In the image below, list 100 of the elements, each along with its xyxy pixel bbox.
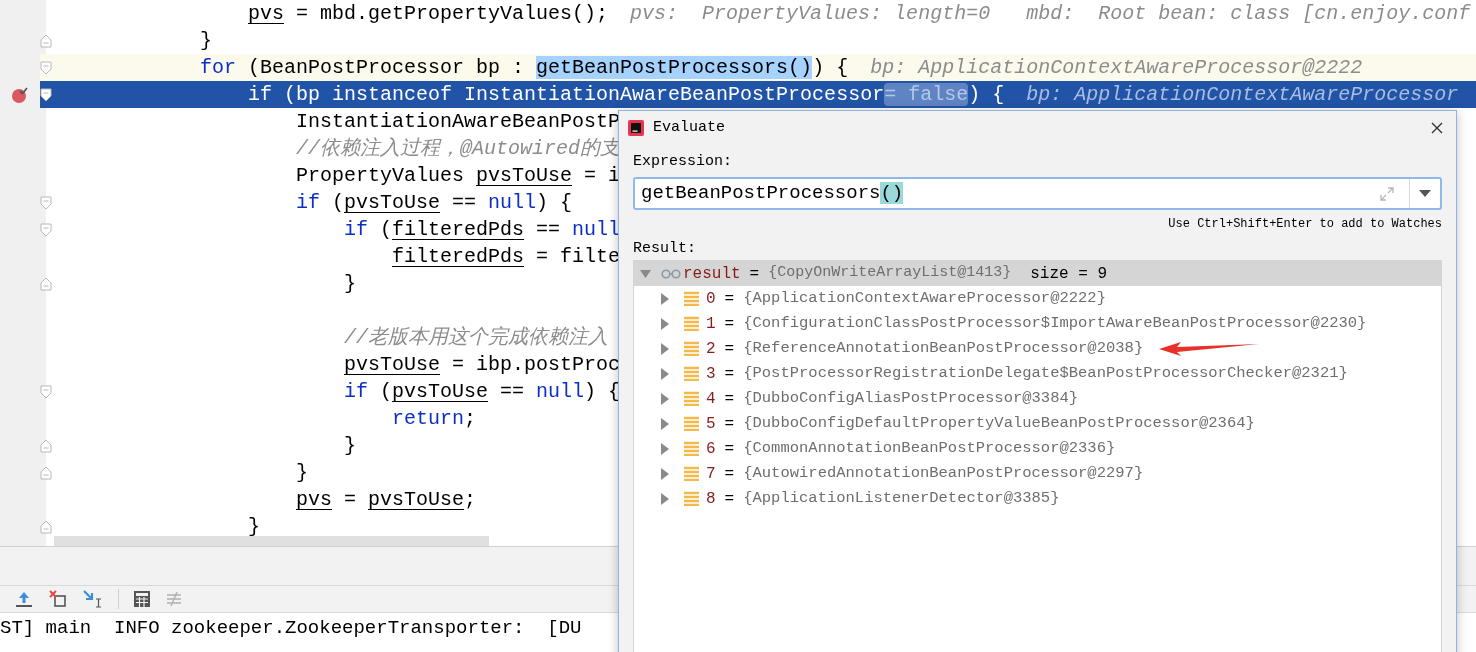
- expression-label: Expression:: [633, 153, 734, 171]
- code-text: }: [296, 460, 308, 486]
- console-line: ST] main INFO zookeeper.ZookeeperTransporter: [DU: [0, 616, 583, 641]
- fold-marker-icon[interactable]: [40, 519, 52, 534]
- app-logo-icon: [628, 120, 644, 136]
- expand-arrow-icon[interactable]: [660, 367, 670, 380]
- expand-arrow-icon[interactable]: [660, 492, 670, 505]
- fold-marker-icon[interactable]: [40, 276, 52, 291]
- code-text: if (filteredPds == null: [344, 217, 621, 243]
- fold-marker-icon[interactable]: [40, 33, 52, 48]
- size-text: size = 9: [1030, 263, 1108, 285]
- fold-marker-icon[interactable]: [40, 60, 52, 75]
- equals-sign: =: [724, 363, 735, 385]
- variable-value: {ReferenceAnnotationBeanPostProcessor@2038}: [743, 337, 1144, 359]
- code-text: for (BeanPostProcessor bp : getBeanPostProcessors()) {: [200, 55, 849, 81]
- variable-value: {PostProcessorRegistrationDelegate$BeanPostProcessorChecker@2321}: [743, 362, 1348, 384]
- fold-marker-icon[interactable]: [40, 222, 52, 237]
- equals-sign: =: [724, 288, 735, 310]
- expand-arrow-icon[interactable]: [660, 292, 670, 305]
- code-text: PropertyValues pvsToUse = i: [296, 163, 621, 189]
- variable-name: 3: [706, 363, 716, 385]
- equals-sign: =: [724, 313, 735, 335]
- glasses-icon: [661, 268, 681, 279]
- variable-value: {CommonAnnotationBeanPostProcessor@2336}: [743, 437, 1116, 459]
- variable-value: {ApplicationListenerDetector@3385}: [743, 487, 1060, 509]
- expand-icon[interactable]: [1379, 185, 1395, 202]
- fold-marker-icon[interactable]: [40, 87, 52, 102]
- code-text: pvsToUse = ibp.postProc: [344, 352, 621, 378]
- list-icon: [684, 316, 699, 331]
- code-text: }: [344, 433, 356, 459]
- variable-name: 5: [706, 413, 716, 435]
- inline-debug-value: bp: ApplicationContextAwareProcessor@2222: [870, 54, 1363, 81]
- code-text: //依赖注入过程，@Autowired的支: [296, 136, 621, 162]
- list-settings-icon[interactable]: [165, 590, 183, 608]
- watches-hint: Use Ctrl+Shift+Enter to add to Watches: [1168, 216, 1442, 232]
- variable-value: {ConfigurationClassPostProcessor$ImportAwareBeanPostProcessor@2230}: [743, 312, 1367, 334]
- code-text: return;: [392, 406, 477, 432]
- list-icon: [684, 291, 699, 306]
- list-icon: [684, 441, 699, 456]
- variable-name: 8: [706, 488, 716, 510]
- expand-arrow-icon[interactable]: [660, 342, 670, 355]
- variable-name: 7: [706, 463, 716, 485]
- list-icon: [684, 341, 699, 356]
- code-text: }: [200, 28, 212, 54]
- variable-name: 4: [706, 388, 716, 410]
- code-text: }: [344, 271, 356, 297]
- code-text: if (pvsToUse == null) {: [296, 190, 573, 216]
- expand-arrow-icon[interactable]: [660, 317, 670, 330]
- fold-marker-icon[interactable]: [40, 465, 52, 480]
- variable-name: 0: [706, 288, 716, 310]
- equals-sign: =: [724, 488, 735, 510]
- inline-debug-value: bp: ApplicationContextAwareProcessor: [1026, 81, 1459, 108]
- expand-arrow-icon[interactable]: [660, 392, 670, 405]
- list-icon: [684, 366, 699, 381]
- calculator-icon[interactable]: [133, 590, 151, 608]
- code-text: InstantiationAwareBeanPostP: [296, 109, 621, 135]
- equals-sign: =: [749, 263, 760, 285]
- equals-sign: =: [724, 463, 735, 485]
- variable-value: {DubboConfigDefaultPropertyValueBeanPostProcessor@2364}: [743, 412, 1255, 434]
- code-text: if (bp instanceof InstantiationAwareBeanPostProcessor= false) {: [248, 82, 1005, 108]
- code-text: if (pvsToUse == null) {: [344, 379, 621, 405]
- variable-name: 1: [706, 313, 716, 335]
- expand-arrow-icon[interactable]: [660, 442, 670, 455]
- horizontal-scrollbar[interactable]: [54, 536, 489, 546]
- code-text: //老版本用这个完成依赖注入: [344, 325, 608, 351]
- code-text: }: [248, 514, 260, 540]
- variable-name: 6: [706, 438, 716, 460]
- expand-arrow-icon[interactable]: [640, 268, 651, 279]
- inline-debug-value: pvs: PropertyValues: length=0 mbd: Root bean: class [cn.enjoy.conf: [630, 0, 1471, 27]
- breakpoint-icon[interactable]: [11, 85, 29, 104]
- variable-value: {DubboConfigAliasPostProcessor@3384}: [743, 387, 1079, 409]
- list-icon: [684, 416, 699, 431]
- dropdown-caret-icon[interactable]: [1419, 189, 1431, 198]
- result-label: Result:: [633, 240, 697, 258]
- variable-name: result: [683, 263, 741, 285]
- fold-marker-icon[interactable]: [40, 195, 52, 210]
- equals-sign: =: [724, 438, 735, 460]
- expression-text: getBeanPostProcessors(): [641, 181, 904, 207]
- expression-field[interactable]: getBeanPostProcessors(): [633, 177, 1442, 210]
- list-icon: [684, 466, 699, 481]
- code-text: pvs = pvsToUse;: [296, 487, 477, 513]
- step-cursor-icon[interactable]: [82, 589, 104, 609]
- equals-sign: =: [724, 388, 735, 410]
- fold-marker-icon[interactable]: [40, 384, 52, 399]
- expand-arrow-icon[interactable]: [660, 417, 670, 430]
- remove-frame-icon[interactable]: [48, 589, 68, 609]
- list-icon: [684, 491, 699, 506]
- variable-value: {CopyOnWriteArrayList@1413}: [768, 263, 1012, 284]
- fold-marker-icon[interactable]: [40, 438, 52, 453]
- code-text: pvs = mbd.getPropertyValues();: [248, 1, 609, 27]
- code-text: filteredPds = filte: [392, 244, 621, 270]
- equals-sign: =: [724, 338, 735, 360]
- variable-name: 2: [706, 338, 716, 360]
- list-icon: [684, 391, 699, 406]
- equals-sign: =: [724, 413, 735, 435]
- tree-row[interactable]: result = {CopyOnWriteArrayList@1413} size = 9: [634, 261, 1441, 286]
- dialog-title: Evaluate: [653, 117, 725, 138]
- expand-arrow-icon[interactable]: [660, 467, 670, 480]
- variable-value: {ApplicationContextAwareProcessor@2222}: [743, 287, 1106, 309]
- variable-value: {AutowiredAnnotationBeanPostProcessor@2297}: [743, 462, 1144, 484]
